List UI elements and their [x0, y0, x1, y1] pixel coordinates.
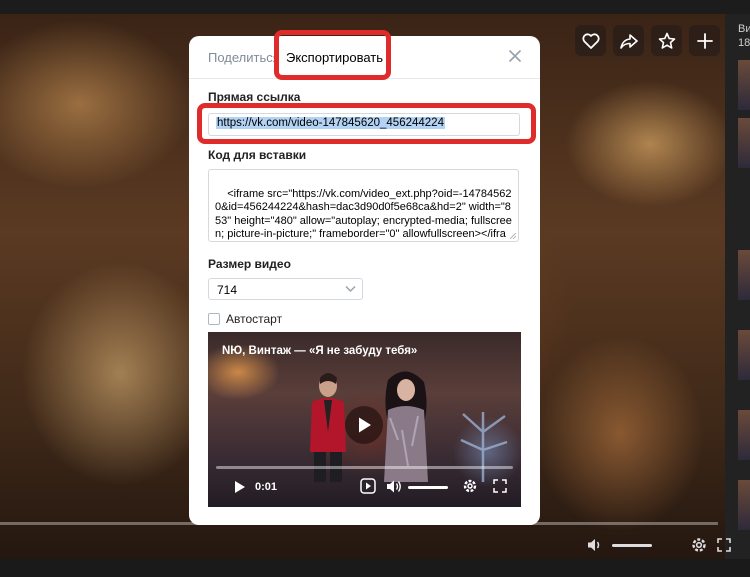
side-thumb[interactable]	[738, 480, 750, 530]
video-size-select[interactable]: 714	[208, 278, 363, 300]
background-controls	[586, 536, 732, 554]
video-preview[interactable]: NЮ, Винтаж — «Я не забуду тебя» 0:01	[208, 332, 521, 507]
tab-share[interactable]: Поделиться	[208, 50, 280, 65]
embed-code-label: Код для вставки	[208, 148, 307, 162]
play-icon[interactable]	[234, 480, 246, 494]
side-thumb[interactable]	[738, 60, 750, 110]
side-thumb[interactable]	[738, 250, 750, 300]
resize-grip-icon[interactable]	[510, 233, 516, 239]
preview-volume-slider[interactable]	[408, 486, 448, 489]
video-size-label: Размер видео	[208, 257, 291, 271]
favorite-button[interactable]	[651, 25, 682, 56]
embed-code-value: <iframe src="https://vk.com/video_ext.ph…	[215, 187, 512, 241]
side-thumb[interactable]	[738, 410, 750, 460]
preview-time: 0:01	[255, 481, 278, 493]
background-volume-slider[interactable]	[612, 543, 652, 547]
vk-logo-icon[interactable]	[360, 478, 376, 494]
star-icon	[658, 32, 675, 49]
fullscreen-icon[interactable]	[716, 537, 732, 553]
gear-icon[interactable]	[690, 536, 708, 554]
heart-icon	[581, 32, 600, 49]
fullscreen-icon[interactable]	[493, 479, 507, 493]
plus-icon	[696, 32, 713, 49]
embed-code-textarea[interactable]: <iframe src="https://vk.com/video_ext.ph…	[208, 169, 519, 242]
preview-controls: 0:01	[208, 476, 521, 498]
top-bar	[0, 0, 750, 14]
chevron-down-icon	[345, 285, 356, 293]
preview-title: NЮ, Винтаж — «Я не забуду тебя»	[222, 345, 418, 357]
add-button[interactable]	[689, 25, 720, 56]
like-button[interactable]	[575, 25, 606, 56]
preview-progress-bar[interactable]	[216, 466, 513, 469]
close-icon[interactable]	[507, 48, 523, 64]
gear-icon[interactable]	[462, 478, 478, 494]
bottom-bar	[0, 559, 750, 577]
video-size-value: 714	[217, 283, 238, 297]
volume-icon[interactable]	[386, 479, 403, 494]
play-icon	[359, 417, 371, 433]
direct-link-label: Прямая ссылка	[208, 90, 301, 104]
video-actions	[575, 25, 720, 56]
side-thumb[interactable]	[738, 118, 750, 168]
autostart-label: Автостарт	[226, 312, 283, 326]
share-icon	[619, 33, 638, 49]
highlight-export-tab	[274, 30, 391, 80]
autostart-checkbox[interactable]	[208, 313, 220, 325]
volume-icon[interactable]	[586, 537, 604, 553]
side-text-line1: Ви	[738, 23, 750, 35]
autostart-option[interactable]: Автостарт	[208, 312, 282, 326]
side-text-line2: 18	[738, 37, 750, 49]
side-thumb[interactable]	[738, 330, 750, 380]
share-button[interactable]	[613, 25, 644, 56]
highlight-direct-link	[197, 103, 536, 144]
side-panel-text: Ви 18	[738, 22, 750, 50]
preview-play-button[interactable]	[345, 406, 383, 444]
